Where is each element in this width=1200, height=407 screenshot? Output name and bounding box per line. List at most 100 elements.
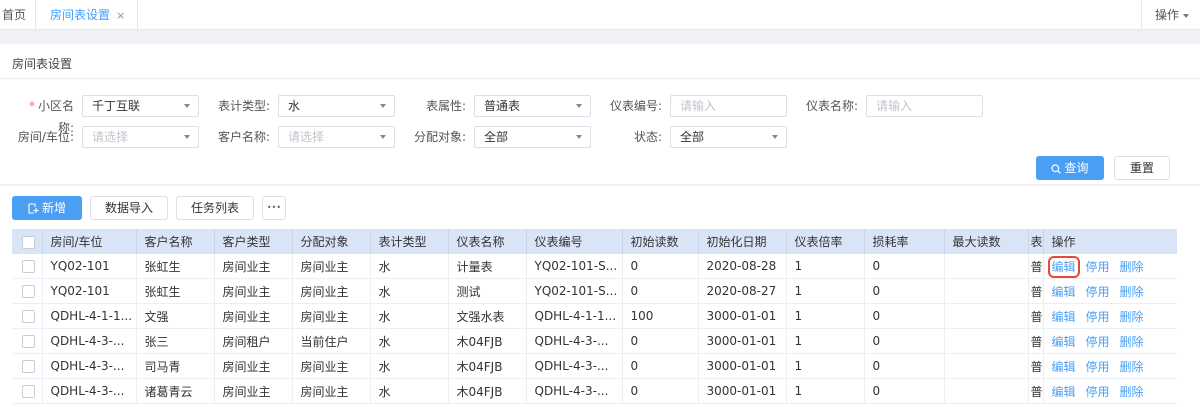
disable-link[interactable]: 停用 (1086, 260, 1110, 274)
edit-link[interactable]: 编辑 (1052, 385, 1076, 399)
community-select[interactable]: 千丁互联 (82, 95, 199, 117)
meter-number-input[interactable]: 请输入 (670, 95, 787, 117)
delete-link[interactable]: 删除 (1120, 335, 1144, 349)
table-cell (944, 378, 1029, 404)
delete-link[interactable]: 删除 (1120, 385, 1144, 399)
edit-link[interactable]: 编辑 (1052, 285, 1076, 299)
column-header[interactable]: 表 (1028, 229, 1044, 254)
row-actions-cell: 编辑 停用 删除 (1043, 328, 1178, 354)
edit-link[interactable]: 编辑 (1052, 360, 1076, 374)
required-marker: * (28, 99, 35, 113)
column-header[interactable]: 最大读数 (944, 229, 1029, 254)
room-select[interactable]: 请选择 (82, 126, 199, 148)
table-row[interactable]: YQ02-101 张虹生 房间业主 房间业主水计量表 YQ02-101-S... 0 202… (12, 254, 1178, 279)
table-cell: 0 (864, 278, 945, 304)
select-all-cell (12, 229, 43, 254)
table-cell: 房间业主 (292, 353, 371, 379)
table-cell (944, 278, 1029, 304)
assign-target-select[interactable]: 全部 (474, 126, 591, 148)
disable-link[interactable]: 停用 (1086, 335, 1110, 349)
table-cell: 水 (370, 328, 449, 354)
meter-attribute-select[interactable]: 普通表 (474, 95, 591, 117)
table-cell: 3000-01-01 (698, 328, 787, 354)
community-select-value: 千丁互联 (92, 99, 141, 113)
row-checkbox[interactable] (22, 360, 35, 373)
column-header[interactable]: 仪表名称 (448, 229, 527, 254)
table-row[interactable]: YQ02-101 张虹生 房间业主 房间业主水测试 YQ02-101-S... 0 2020… (12, 278, 1178, 304)
table-row[interactable]: QDHL-4-1-1... 文强 房间业主 房间业主水文强水表 QDHL-4-1-1..… (12, 303, 1178, 329)
more-options-button[interactable]: ••• (262, 196, 286, 220)
operations-menu-label: 操作 (1155, 8, 1180, 22)
delete-link[interactable]: 删除 (1120, 360, 1144, 374)
filter-card: 房间表设置 * 小区名称: 千丁互联 表计类型: 水 表属性: 普通表 仪表编号:… (0, 44, 1200, 184)
table-cell: QDHL-4-3-... (526, 378, 623, 404)
column-header[interactable]: 损耗率 (864, 229, 945, 254)
disable-link[interactable]: 停用 (1086, 285, 1110, 299)
delete-link[interactable]: 删除 (1120, 310, 1144, 324)
column-header[interactable]: 表计类型 (370, 229, 449, 254)
operations-menu[interactable]: 操作 (1155, 0, 1190, 30)
table-cell: 0 (622, 254, 699, 279)
table-cell: 文强 (136, 303, 215, 329)
disable-link[interactable]: 停用 (1086, 360, 1110, 374)
table-cell: 1 (786, 353, 865, 379)
query-button[interactable]: 查询 (1036, 156, 1104, 180)
row-actions-cell: 编辑 停用 删除 (1043, 303, 1178, 329)
meter-attribute-select-value: 普通表 (484, 99, 521, 113)
tab-home[interactable]: 首页 (0, 0, 36, 30)
customer-select[interactable]: 请选择 (278, 126, 395, 148)
status-select[interactable]: 全部 (670, 126, 787, 148)
column-header[interactable]: 初始化日期 (698, 229, 787, 254)
data-import-button[interactable]: 数据导入 (90, 196, 168, 220)
column-header[interactable]: 仪表倍率 (786, 229, 865, 254)
disable-link[interactable]: 停用 (1086, 385, 1110, 399)
delete-link[interactable]: 删除 (1120, 285, 1144, 299)
column-header[interactable]: 初始读数 (622, 229, 699, 254)
table-cell: 普 (1028, 254, 1044, 279)
row-checkbox[interactable] (22, 260, 35, 273)
row-checkbox[interactable] (22, 335, 35, 348)
edit-link[interactable]: 编辑 (1052, 335, 1076, 349)
edit-link[interactable]: 编辑 (1047, 255, 1080, 278)
assign-target-select-value: 全部 (484, 130, 509, 144)
table-cell: 水 (370, 353, 449, 379)
chevron-down-icon (772, 135, 778, 139)
delete-link[interactable]: 删除 (1120, 260, 1144, 274)
row-select-cell (12, 254, 43, 279)
meter-type-select-value: 水 (288, 99, 301, 113)
table-row[interactable]: QDHL-4-3-... 司马青 房间业主 房间业主水木04FJB QDHL-4-3-.… (12, 353, 1178, 379)
meter-name-input[interactable]: 请输入 (866, 95, 983, 117)
select-all-checkbox[interactable] (22, 235, 35, 249)
table-row[interactable]: QDHL-4-3-... 张三 房间租户 当前住户水木04FJB QDHL-4-3-..… (12, 328, 1178, 354)
table-cell: QDHL-4-3-... (42, 378, 137, 404)
table-cell: 1 (786, 378, 865, 404)
column-header[interactable]: 分配对象 (292, 229, 371, 254)
column-header[interactable]: 仪表编号 (526, 229, 623, 254)
edit-link[interactable]: 编辑 (1052, 310, 1076, 324)
more-icon: ••• (266, 203, 282, 212)
column-header[interactable]: 客户类型 (214, 229, 293, 254)
column-header[interactable]: 客户名称 (136, 229, 215, 254)
table-cell: 房间业主 (214, 254, 293, 279)
table-cell: 房间业主 (214, 378, 293, 404)
reset-button[interactable]: 重置 (1114, 156, 1170, 180)
table-cell: YQ02-101-S... (526, 278, 623, 304)
column-header[interactable]: 房间/车位 (42, 229, 137, 254)
row-checkbox[interactable] (22, 385, 35, 398)
add-button[interactable]: 新增 (12, 196, 82, 220)
row-checkbox[interactable] (22, 285, 35, 298)
table-row[interactable]: QDHL-4-3-... 诸葛青云 房间业主 房间业主水木04FJB QDHL-4-3-… (12, 378, 1178, 404)
room-label: 房间/车位: (17, 130, 74, 144)
table-cell (944, 353, 1029, 379)
row-checkbox[interactable] (22, 310, 35, 323)
table-cell: 房间业主 (292, 278, 371, 304)
table-cell: 0 (622, 353, 699, 379)
disable-link[interactable]: 停用 (1086, 310, 1110, 324)
tab-room-meter-settings[interactable]: 房间表设置 × (36, 0, 138, 30)
meter-type-select[interactable]: 水 (278, 95, 395, 117)
query-button-label: 查询 (1064, 161, 1089, 175)
task-list-button[interactable]: 任务列表 (176, 196, 254, 220)
table-cell: 0 (864, 303, 945, 329)
close-icon[interactable]: × (116, 9, 125, 22)
table-cell: 文强水表 (448, 303, 527, 329)
